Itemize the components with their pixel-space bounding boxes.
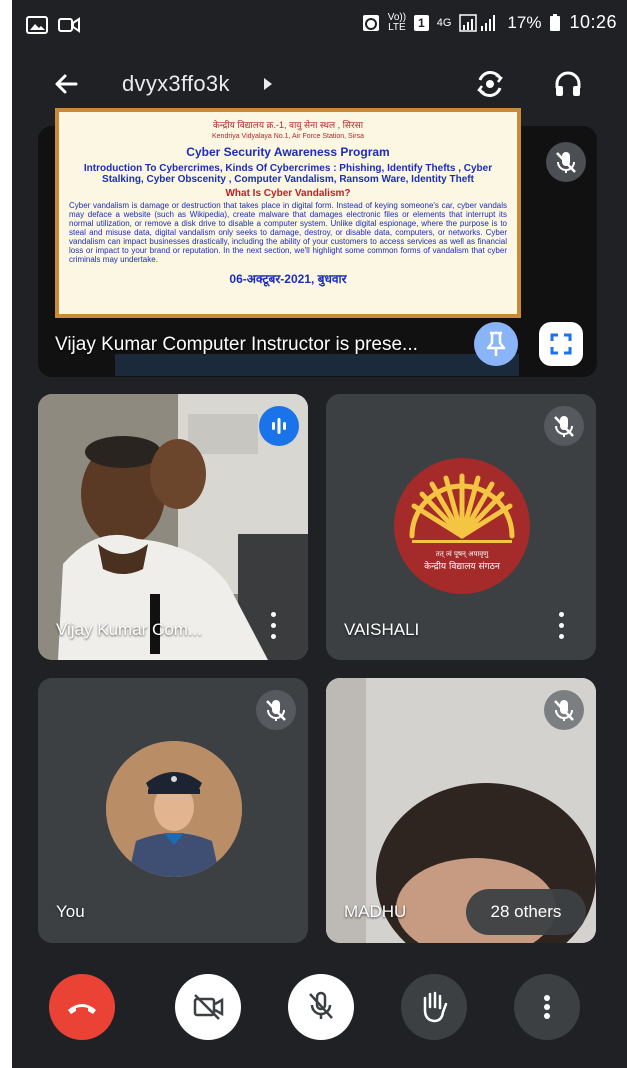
kvs-logo-motto: तत् त्वं पूषन् अपावृणु	[436, 550, 489, 558]
camera-off-icon	[193, 994, 224, 1020]
shared-screen-taskbar	[115, 354, 519, 376]
others-count-button[interactable]: 28 others	[466, 889, 586, 935]
mic-off-icon	[546, 142, 586, 182]
alarm-icon	[362, 14, 379, 31]
volte-indicator: Vo)) LTE	[387, 11, 407, 33]
mic-toggle-button[interactable]	[288, 974, 354, 1040]
switch-camera-icon[interactable]	[472, 66, 508, 102]
headphones-icon[interactable]	[550, 66, 586, 102]
battery-icon	[550, 13, 561, 31]
arrow-left-icon[interactable]	[50, 68, 82, 100]
slide-school-hindi: केन्द्रीय विद्यालय क्र.-1, वायु सेना स्थ…	[212, 120, 364, 130]
network-type: 4G	[436, 16, 452, 29]
slide-date: 06-अक्टूबर-2021, बुधवार	[229, 272, 347, 286]
participant-name: VAISHALI	[344, 620, 420, 639]
slide-question: What Is Cyber Vandalism?	[225, 188, 351, 199]
sim-indicator: 1	[414, 14, 429, 31]
fullscreen-icon[interactable]	[539, 322, 583, 366]
slide-title: Cyber Security Awareness Program	[186, 145, 390, 159]
battery-percent: 17%	[507, 12, 542, 32]
shared-slide: केन्द्रीय विद्यालय क्र.-1, वायु सेना स्थ…	[55, 108, 521, 318]
gallery-icon	[26, 16, 48, 34]
more-options-button[interactable]	[514, 974, 580, 1040]
camera-toggle-button[interactable]	[175, 974, 241, 1040]
presenter-label: Vijay Kumar Computer Instructor is prese…	[55, 334, 418, 355]
meeting-code[interactable]: dvyx3ffo3k	[122, 71, 230, 97]
presentation-tile[interactable]: केन्द्रीय विद्यालय क्र.-1, वायु सेना स्थ…	[38, 108, 597, 377]
avatar	[106, 741, 242, 877]
pin-icon[interactable]	[474, 322, 518, 366]
chevron-right-icon[interactable]	[264, 78, 272, 90]
volte-bottom-label: LTE	[388, 21, 406, 33]
status-bar: Vo)) LTE 1 4G 17% 10:26	[12, 0, 627, 52]
more-vertical-icon[interactable]	[552, 608, 572, 644]
raise-hand-icon	[423, 991, 448, 1023]
participant-tile-vaishali[interactable]: तत् त्वं पूषन् अपावृणु केन्द्रीय विद्याल…	[326, 394, 596, 660]
slide-topics: Introduction To Cybercrimes, Kinds Of Cy…	[83, 163, 493, 185]
volte-top-label: Vo))	[387, 11, 407, 23]
more-vertical-icon[interactable]	[264, 608, 284, 644]
slide-body: Cyber vandalism is damage or destruction…	[69, 201, 507, 264]
meeting-top-bar: dvyx3ffo3k	[12, 56, 627, 112]
participant-tile-vijay[interactable]: Vijay Kumar Com...	[38, 394, 308, 660]
mic-off-icon	[256, 690, 296, 730]
mic-off-icon	[544, 406, 584, 446]
kvs-logo: तत् त्वं पूषन् अपावृणु केन्द्रीय विद्याल…	[394, 458, 530, 594]
kvs-logo-name: केन्द्रीय विद्यालय संगठन	[424, 560, 501, 572]
video-status-icon	[58, 17, 80, 33]
meet-screen: Vo)) LTE 1 4G 17% 10:26 dvyx3ffo3k केन्द…	[12, 0, 627, 1068]
status-right: Vo)) LTE 1 4G 17% 10:26	[362, 12, 617, 33]
mic-off-icon	[309, 991, 333, 1019]
raise-hand-button[interactable]	[401, 974, 467, 1040]
end-call-icon	[68, 1004, 96, 1014]
mic-off-icon	[544, 690, 584, 730]
call-controls	[12, 974, 627, 1044]
clock: 10:26	[569, 12, 617, 32]
participant-tile-self[interactable]: You	[38, 678, 308, 943]
participant-name: Vijay Kumar Com...	[56, 620, 203, 639]
end-call-button[interactable]	[49, 974, 115, 1040]
participant-name: You	[56, 902, 85, 921]
signal-icon	[459, 13, 496, 32]
status-left	[26, 16, 80, 34]
participant-tile-madhu[interactable]: MADHU 28 others	[326, 678, 596, 943]
slide-school-english: Kendriya Vidyalaya No.1, Air Force Stati…	[211, 133, 364, 140]
audio-level-icon	[259, 406, 299, 446]
participant-name: MADHU	[344, 902, 407, 921]
more-vertical-icon	[544, 995, 550, 1019]
